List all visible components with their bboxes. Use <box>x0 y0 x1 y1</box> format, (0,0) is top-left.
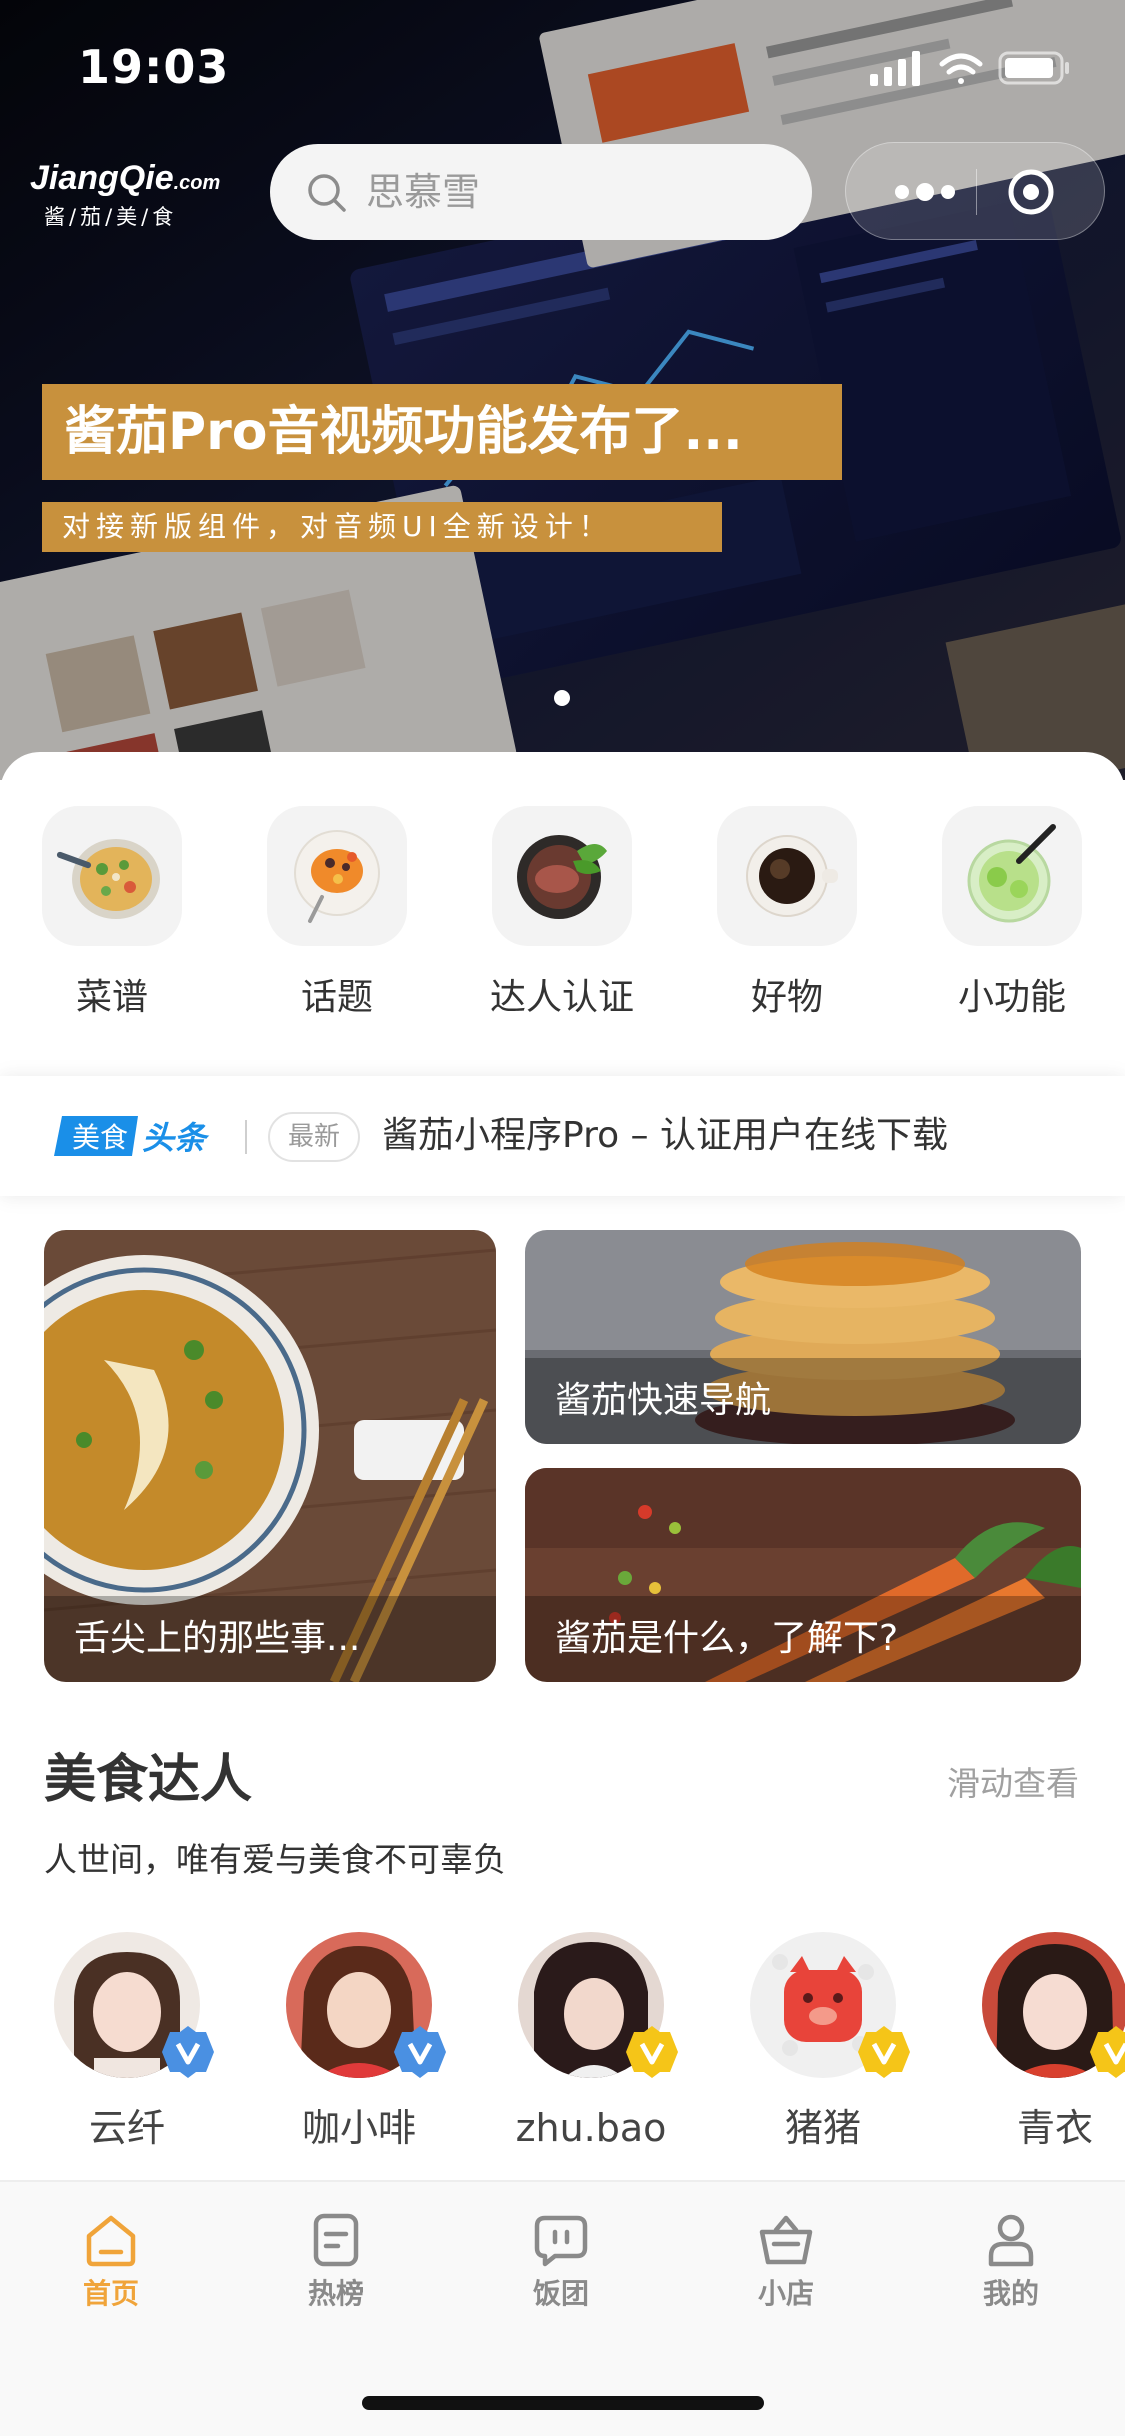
verified-badge-icon <box>1090 2026 1125 2078</box>
close-mini-program-icon[interactable] <box>1006 167 1056 217</box>
section-subtitle: 人世间，唯有爱与美食不可辜负 <box>44 1840 506 1879</box>
tab-hot-list[interactable]: 热榜 <box>261 2210 411 2312</box>
wifi-icon <box>939 53 983 84</box>
brand-name: JiangQie.com <box>30 159 221 197</box>
tab-shop[interactable]: 小店 <box>711 2210 861 2312</box>
brand-logo: JiangQie.com 酱/茄/美/食 <box>30 158 230 238</box>
news-latest-badge: 最新 <box>268 1112 360 1162</box>
mini-program-capsule <box>845 142 1105 240</box>
capsule-divider <box>976 169 977 215</box>
card-caption: 酱茄是什么，了解下? <box>525 1596 1081 1682</box>
news-logo-part1: 美食 <box>72 1121 128 1154</box>
tab-group[interactable]: 饭团 <box>486 2210 636 2312</box>
category-label: 菜谱 <box>75 977 148 1018</box>
category-icon-wrap <box>942 806 1082 946</box>
category-icon-wrap <box>42 806 182 946</box>
brand-subtitle: 酱/茄/美/食 <box>44 205 178 229</box>
avatar-wrap <box>54 1932 214 2078</box>
coffee-cup-icon <box>746 835 838 917</box>
search-icon <box>308 174 346 212</box>
expert-item[interactable]: 云纤 <box>42 1932 214 2152</box>
feature-card-left[interactable]: 舌尖上的那些事... <box>44 1230 496 1682</box>
feature-card-top-right[interactable]: 酱茄快速导航 <box>525 1230 1081 1444</box>
home-icon <box>86 2215 136 2267</box>
avatar-wrap <box>518 1932 678 2078</box>
hero-banner[interactable]: 19:03 JiangQie.com 酱/茄/美/食 思慕雪 酱茄Pro音视频功… <box>0 0 1125 780</box>
banner-subtitle: 对接新版组件，对音频UI全新设计！ <box>42 502 722 552</box>
category-icon-wrap <box>717 806 857 946</box>
verified-badge-icon <box>394 2026 446 2078</box>
news-headline[interactable]: 酱茄小程序Pro – 认证用户在线下载 <box>382 1110 948 1162</box>
expert-name: 咖小啡 <box>301 2106 416 2150</box>
category-icon-wrap <box>267 806 407 946</box>
section-title: 美食达人 <box>44 1750 253 1810</box>
news-divider <box>245 1120 247 1154</box>
list-icon <box>313 2213 359 2267</box>
status-time: 19:03 <box>78 40 230 94</box>
category-expert-certification[interactable]: 达人认证 <box>462 806 662 1046</box>
category-label: 好物 <box>750 977 823 1018</box>
banner-pager-dot <box>554 690 570 706</box>
avatar-wrap <box>286 1932 446 2078</box>
card-caption: 酱茄快速导航 <box>525 1358 1081 1444</box>
category-goods[interactable]: 好物 <box>687 806 887 1046</box>
tab-home[interactable]: 首页 <box>36 2210 186 2312</box>
verified-badge-icon <box>162 2026 214 2078</box>
content-sheet: 菜谱 话题 达人认证 好物 小功能 美食 头条 最新 酱茄小程序Pro – 认证… <box>0 752 1125 2182</box>
banner-title: 酱茄Pro音视频功能发布了... <box>42 384 842 480</box>
steak-plate-icon <box>517 835 607 919</box>
search-placeholder: 思慕雪 <box>366 170 481 214</box>
card-caption: 舌尖上的那些事... <box>44 1596 496 1682</box>
lime-drink-icon <box>967 824 1056 923</box>
expert-item[interactable]: 青衣 <box>970 1932 1125 2152</box>
category-tools[interactable]: 小功能 <box>912 806 1112 1046</box>
status-icons <box>870 51 1069 86</box>
news-logo-part2: 头条 <box>142 1119 210 1157</box>
avatar-wrap <box>982 1932 1125 2078</box>
news-ticker[interactable]: 美食 头条 最新 酱茄小程序Pro – 认证用户在线下载 <box>0 1076 1125 1196</box>
basket-icon <box>759 2215 813 2265</box>
verified-badge-icon <box>626 2026 678 2078</box>
app-screen: 19:03 JiangQie.com 酱/茄/美/食 思慕雪 酱茄Pro音视频功… <box>0 0 1125 2436</box>
category-label: 达人认证 <box>489 977 634 1018</box>
search-bar[interactable]: 思慕雪 <box>270 144 812 240</box>
home-indicator[interactable] <box>362 2396 764 2410</box>
battery-icon <box>998 51 1069 85</box>
category-topics[interactable]: 话题 <box>237 806 437 1046</box>
category-label: 小功能 <box>957 977 1066 1018</box>
person-icon <box>988 2214 1034 2267</box>
tab-label: 小店 <box>757 2277 814 2310</box>
avatar-wrap <box>750 1932 910 2078</box>
expert-item[interactable]: zhu.bao <box>506 1932 678 2152</box>
tab-profile[interactable]: 我的 <box>936 2210 1086 2312</box>
tab-label: 饭团 <box>532 2277 589 2310</box>
expert-item[interactable]: 咖小啡 <box>274 1932 446 2152</box>
more-icon[interactable] <box>880 177 970 207</box>
feature-card-bottom-right[interactable]: 酱茄是什么，了解下? <box>525 1468 1081 1682</box>
category-label: 话题 <box>300 977 373 1018</box>
expert-item[interactable]: 猪猪 <box>738 1932 910 2152</box>
expert-name: 猪猪 <box>784 2106 861 2150</box>
expert-name: 云纤 <box>88 2106 165 2150</box>
tab-label: 我的 <box>982 2277 1039 2310</box>
expert-name: 青衣 <box>1016 2106 1093 2150</box>
news-headline-logo: 美食 头条 <box>54 1116 210 1157</box>
chat-bubble-icon <box>534 2215 588 2267</box>
fruit-plate-icon <box>294 830 380 923</box>
expert-name: zhu.bao <box>515 2106 667 2150</box>
verified-badge-icon <box>858 2026 910 2078</box>
signal-icon <box>870 51 920 86</box>
category-icon-wrap <box>492 806 632 946</box>
tab-label: 首页 <box>82 2277 139 2310</box>
category-recipes[interactable]: 菜谱 <box>12 806 212 1046</box>
noodle-bowl-icon <box>56 839 160 919</box>
tab-label: 热榜 <box>307 2277 364 2310</box>
swipe-to-view-link[interactable]: 滑动查看 <box>947 1762 1079 1806</box>
